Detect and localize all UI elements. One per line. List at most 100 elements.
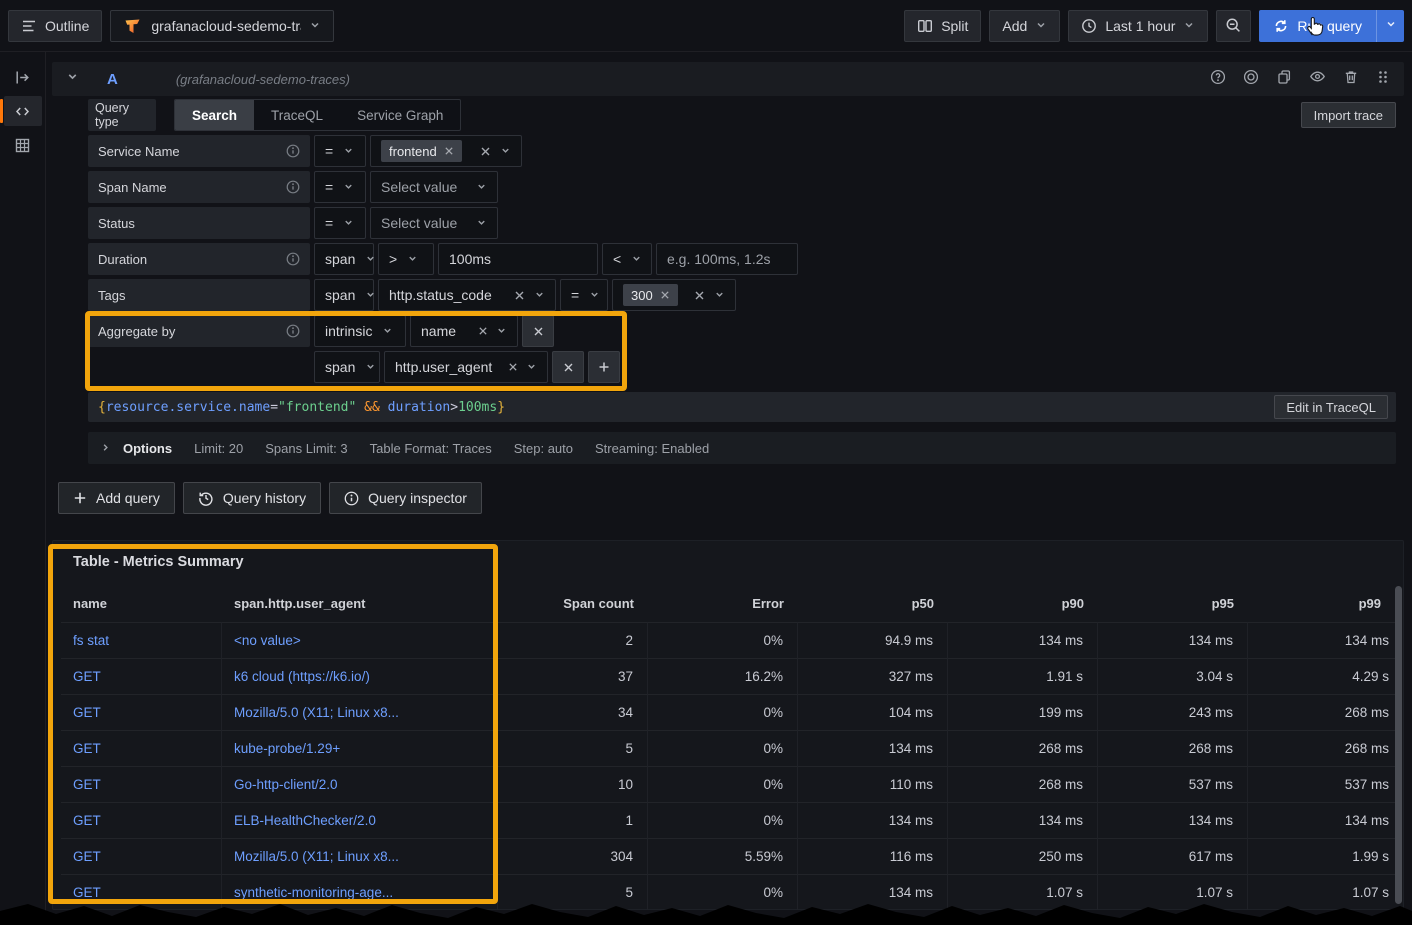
- add-aggregate-row-button[interactable]: [588, 351, 620, 383]
- tab-search[interactable]: Search: [175, 100, 254, 130]
- query-inspector-button[interactable]: Query inspector: [329, 482, 482, 514]
- tab-traceql[interactable]: TraceQL: [254, 100, 340, 130]
- column-header-p50[interactable]: p50: [798, 586, 948, 622]
- datasource-picker[interactable]: grafanacloud-sedemo-tra: [110, 10, 334, 42]
- options-toggle[interactable]: Options: [100, 441, 172, 456]
- remove-value-icon[interactable]: [444, 146, 454, 156]
- aggregate-by-row: Aggregate by intrinsic name: [88, 315, 1396, 383]
- duration-gt-operator-select[interactable]: >: [378, 243, 434, 275]
- table-cell: 3.04 s: [1098, 658, 1248, 694]
- time-range-picker[interactable]: Last 1 hour: [1068, 10, 1208, 42]
- import-trace-button[interactable]: Import trace: [1301, 102, 1396, 128]
- column-header-span-http-user-agent[interactable]: span.http.user_agent: [222, 586, 498, 622]
- service-name-operator-select[interactable]: =: [314, 135, 366, 167]
- disable-query-icon[interactable]: [1243, 69, 1259, 90]
- table-cell-link[interactable]: <no value>: [222, 622, 498, 658]
- span-name-value-select[interactable]: Select value: [370, 171, 498, 203]
- table-cell: 243 ms: [1098, 694, 1248, 730]
- service-name-value-select[interactable]: frontend: [370, 135, 522, 167]
- table-cell: 134 ms: [798, 730, 948, 766]
- table-cell-link[interactable]: k6 cloud (https://k6.io/): [222, 658, 498, 694]
- span-name-operator-select[interactable]: =: [314, 171, 366, 203]
- split-button[interactable]: Split: [904, 10, 981, 42]
- query-history-button[interactable]: Query history: [183, 482, 321, 514]
- status-value-select[interactable]: Select value: [370, 207, 498, 239]
- duration-max-input[interactable]: e.g. 100ms, 1.2s: [656, 243, 798, 275]
- aggregate-scope-select[interactable]: span: [314, 351, 380, 383]
- remove-value-icon[interactable]: [660, 290, 670, 300]
- info-icon: [286, 144, 300, 158]
- tab-service-graph[interactable]: Service Graph: [340, 100, 460, 130]
- clear-icon[interactable]: [508, 362, 518, 372]
- tag-scope-select[interactable]: span: [314, 279, 374, 311]
- table-cell-link[interactable]: synthetic-monitoring-age...: [222, 874, 498, 910]
- table-cell-link[interactable]: GET: [61, 658, 222, 694]
- table-cell: 268 ms: [948, 730, 1098, 766]
- hide-response-icon[interactable]: [1309, 68, 1326, 90]
- clear-icon[interactable]: [514, 290, 525, 301]
- service-name-row: Service Name = frontend: [88, 135, 1396, 167]
- table-cell-link[interactable]: Mozilla/5.0 (X11; Linux x8...: [222, 694, 498, 730]
- duration-scope-select[interactable]: span: [314, 243, 374, 275]
- table-view-button[interactable]: [4, 130, 42, 160]
- tag-name-select[interactable]: http.status_code: [378, 279, 556, 311]
- query-type-label: Query type: [88, 99, 156, 131]
- column-header-name[interactable]: name: [61, 586, 222, 622]
- table-cell-link[interactable]: GET: [61, 730, 222, 766]
- table-cell-link[interactable]: GET: [61, 694, 222, 730]
- drag-handle-icon[interactable]: [1376, 69, 1390, 90]
- run-query-button[interactable]: Run query: [1259, 10, 1376, 42]
- clock-icon: [1081, 18, 1097, 34]
- add-query-button[interactable]: Add query: [58, 482, 175, 514]
- column-header-p99[interactable]: p99: [1248, 586, 1395, 622]
- table-cell-link[interactable]: Mozilla/5.0 (X11; Linux x8...: [222, 838, 498, 874]
- add-button[interactable]: Add: [989, 10, 1060, 42]
- table-cell-link[interactable]: GET: [61, 874, 222, 910]
- run-query-dropdown-button[interactable]: [1376, 10, 1404, 42]
- aggregate-scope-select[interactable]: intrinsic: [314, 315, 406, 347]
- edit-in-traceql-button[interactable]: Edit in TraceQL: [1274, 395, 1388, 419]
- column-header-p95[interactable]: p95: [1098, 586, 1248, 622]
- query-type-row: Query type SearchTraceQLService Graph Im…: [88, 99, 1396, 131]
- outline-icon: [21, 18, 37, 34]
- option-item: Table Format: Traces: [370, 441, 492, 456]
- help-icon[interactable]: [1210, 69, 1226, 90]
- query-editor: Query type SearchTraceQLService Graph Im…: [88, 99, 1396, 387]
- status-label: Status: [88, 207, 310, 239]
- duration-lt-operator-select[interactable]: <: [602, 243, 652, 275]
- tag-operator-select[interactable]: =: [560, 279, 608, 311]
- outline-button[interactable]: Outline: [8, 10, 102, 42]
- column-header-error[interactable]: Error: [648, 586, 798, 622]
- aggregate-by-label: Aggregate by: [88, 315, 310, 347]
- table-cell-link[interactable]: GET: [61, 838, 222, 874]
- duplicate-query-icon[interactable]: [1276, 69, 1292, 90]
- chevron-down-icon: [343, 143, 354, 159]
- aggregate-attribute-select[interactable]: http.user_agent: [384, 351, 548, 383]
- query-row-header[interactable]: A (grafanacloud-sedemo-traces): [52, 62, 1404, 96]
- status-operator-select[interactable]: =: [314, 207, 366, 239]
- table-cell: 0%: [648, 874, 798, 910]
- clear-icon[interactable]: [480, 146, 491, 157]
- code-view-button[interactable]: [4, 96, 42, 126]
- clear-icon[interactable]: [694, 290, 705, 301]
- clear-icon[interactable]: [478, 326, 488, 336]
- zoom-out-button[interactable]: [1216, 10, 1251, 42]
- table-scrollbar[interactable]: [1395, 586, 1402, 904]
- table-cell-link[interactable]: fs stat: [61, 622, 222, 658]
- remove-aggregate-row-button[interactable]: [552, 351, 584, 383]
- remove-aggregate-row-button[interactable]: [522, 315, 554, 347]
- tag-value-select[interactable]: 300: [612, 279, 736, 311]
- column-header-span-count[interactable]: Span count: [498, 586, 648, 622]
- aggregate-attribute-select[interactable]: name: [410, 315, 518, 347]
- table-cell-link[interactable]: ELB-HealthChecker/2.0: [222, 802, 498, 838]
- table-cell-link[interactable]: Go-http-client/2.0: [222, 766, 498, 802]
- collapse-chevron-icon[interactable]: [66, 70, 79, 88]
- option-item: Limit: 20: [194, 441, 243, 456]
- duration-min-input[interactable]: 100ms: [438, 243, 598, 275]
- table-cell-link[interactable]: kube-probe/1.29+: [222, 730, 498, 766]
- table-cell-link[interactable]: GET: [61, 802, 222, 838]
- remove-query-icon[interactable]: [1343, 69, 1359, 90]
- table-cell-link[interactable]: GET: [61, 766, 222, 802]
- expand-pane-button[interactable]: [4, 62, 42, 92]
- column-header-p90[interactable]: p90: [948, 586, 1098, 622]
